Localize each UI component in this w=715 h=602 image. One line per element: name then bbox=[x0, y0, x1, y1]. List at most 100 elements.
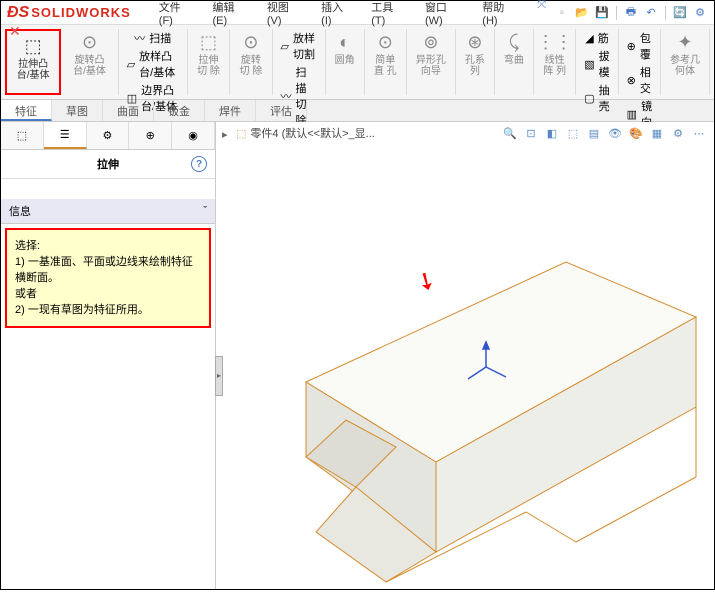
wrap-icon: ⊕ bbox=[627, 40, 636, 53]
extrude-label: 拉伸凸 台/基体 bbox=[13, 59, 53, 81]
intersect-icon: ⊗ bbox=[627, 74, 636, 87]
revolve-cut-button[interactable]: ⊙ 旋转切 除 bbox=[234, 29, 267, 79]
print-icon[interactable]: 🖶 bbox=[623, 5, 639, 21]
rebuild-icon[interactable]: 🔄 bbox=[672, 5, 688, 21]
menu-file[interactable]: 文件(F) bbox=[151, 0, 203, 29]
close-button[interactable]: ✕ bbox=[9, 23, 21, 40]
info-or: 或者 bbox=[15, 286, 201, 302]
logo-text: SOLIDWORKS bbox=[31, 5, 131, 20]
extrude-cut-button[interactable]: ⬚ 拉伸切 除 bbox=[192, 29, 225, 79]
panel-header: 拉伸 ? bbox=[1, 150, 215, 179]
display-style-icon[interactable]: ▤ bbox=[585, 124, 603, 142]
info-section-header[interactable]: 信息 ˇ bbox=[1, 199, 215, 224]
info-line-1: 1) 一基准面、平面或边线来绘制特征横断面。 bbox=[15, 254, 201, 286]
revolve-cut-icon: ⊙ bbox=[240, 31, 262, 53]
shell-icon: ▢ bbox=[584, 92, 594, 105]
wrap-button[interactable]: ⊕包覆 bbox=[623, 29, 656, 63]
help-icon[interactable]: ? bbox=[191, 156, 207, 172]
linear-pattern-button[interactable]: ⋮⋮ 线性阵 列 bbox=[538, 29, 571, 79]
graphics-viewport[interactable]: ▸ ▸ ⬚ 零件4 (默认<<默认>_显... 🔍 ⊡ ◧ ⬚ ▤ 👁 🎨 ▦ … bbox=[216, 122, 714, 589]
sweep-icon: 〰 bbox=[134, 30, 145, 46]
intersect-button[interactable]: ⊗相交 bbox=[623, 63, 656, 97]
select-label: 选择: bbox=[15, 238, 201, 254]
simple-hole-icon: ⊙ bbox=[374, 31, 396, 53]
extrude-icon: ⬚ bbox=[22, 35, 44, 57]
hole-series-icon: ⊛ bbox=[464, 31, 486, 53]
loft-cut-icon: ▱ bbox=[281, 40, 289, 53]
info-box: 选择: 1) 一基准面、平面或边线来绘制特征横断面。 或者 2) 一现有草图为特… bbox=[5, 228, 211, 328]
zoom-icon[interactable]: 🔍 bbox=[501, 124, 519, 142]
tab-evaluate[interactable]: 评估 bbox=[256, 100, 307, 121]
linear-pattern-icon: ⋮⋮ bbox=[544, 31, 566, 53]
sidebar-tab-dimxpert[interactable]: ⊕ bbox=[129, 122, 172, 149]
hide-show-icon[interactable]: 👁 bbox=[606, 124, 624, 142]
dimxpert-icon: ⊕ bbox=[146, 129, 155, 142]
sidebar-tab-property[interactable]: ☰ bbox=[44, 122, 87, 149]
display-icon: ◉ bbox=[188, 129, 198, 142]
fillet-button[interactable]: ◐ 圆角 bbox=[330, 29, 360, 68]
shell-button[interactable]: ▢抽壳 bbox=[580, 81, 613, 115]
property-icon: ☰ bbox=[60, 128, 70, 141]
bend-icon: ⤹ bbox=[503, 31, 525, 53]
loft-cut-button[interactable]: ▱放样切割 bbox=[277, 29, 321, 63]
sidebar-tab-config[interactable]: ⚙ bbox=[87, 122, 130, 149]
ref-geom-button[interactable]: ✦ 参考几 何体 bbox=[665, 29, 705, 79]
options-icon[interactable]: ⚙ bbox=[692, 5, 708, 21]
chevron-up-icon: ˇ bbox=[203, 205, 207, 217]
section-icon[interactable]: ◧ bbox=[543, 124, 561, 142]
loft-icon: ▱ bbox=[127, 58, 135, 71]
draft-icon: ▧ bbox=[584, 58, 594, 71]
fillet-icon: ◐ bbox=[334, 31, 356, 53]
tab-sketch[interactable]: 草图 bbox=[52, 100, 103, 121]
new-icon[interactable]: ▫️ bbox=[554, 5, 570, 21]
ref-geom-icon: ✦ bbox=[674, 31, 696, 53]
quick-access-toolbar: ▫️ 📂 💾 🖶 ↶ 🔄 ⚙ bbox=[554, 5, 708, 21]
revolve-boss-button[interactable]: ⊙ 旋转凸 台/基体 bbox=[65, 29, 113, 79]
breadcrumb-arrow-icon[interactable]: ▸ bbox=[222, 128, 232, 138]
menu-insert[interactable]: 插入(I) bbox=[313, 0, 361, 29]
tab-weldments[interactable]: 焊件 bbox=[205, 100, 256, 121]
revolve-icon: ⊙ bbox=[79, 31, 101, 53]
model-3d bbox=[236, 182, 706, 602]
app-logo: ƉS SOLIDWORKS bbox=[7, 4, 131, 22]
hole-wizard-button[interactable]: ⊚ 异形孔 向导 bbox=[411, 29, 451, 79]
save-icon[interactable]: 💾 bbox=[594, 5, 610, 21]
tab-surfaces[interactable]: 曲面 bbox=[103, 100, 154, 121]
view-orient-icon[interactable]: ⬚ bbox=[564, 124, 582, 142]
more-icon[interactable]: ⋯ bbox=[690, 124, 708, 142]
viewport-toolbar: 🔍 ⊡ ◧ ⬚ ▤ 👁 🎨 ▦ ⚙ ⋯ bbox=[499, 122, 710, 144]
loft-button[interactable]: ▱放样凸台/基体 bbox=[123, 47, 183, 81]
part-icon: ⬚ bbox=[236, 127, 246, 140]
sidebar-tab-display[interactable]: ◉ bbox=[172, 122, 215, 149]
menu-edit[interactable]: 编辑(E) bbox=[205, 0, 257, 29]
undo-icon[interactable]: ↶ bbox=[643, 5, 659, 21]
feature-manager-panel: ⬚ ☰ ⚙ ⊕ ◉ 拉伸 ? ✕ 信息 ˇ 选择: 1) 一基准面、平面或边线来… bbox=[1, 122, 216, 589]
hole-series-button[interactable]: ⊛ 孔系列 bbox=[460, 29, 490, 79]
logo-icon: ƉS bbox=[7, 4, 29, 22]
config-icon: ⚙ bbox=[103, 129, 113, 142]
panel-title: 拉伸 bbox=[97, 159, 119, 171]
sidebar-tab-feature[interactable]: ⬚ bbox=[1, 122, 44, 149]
menu-help[interactable]: 帮助(H) bbox=[474, 0, 527, 29]
draft-button[interactable]: ▧拔模 bbox=[580, 47, 613, 81]
menu-window[interactable]: 窗口(W) bbox=[417, 0, 472, 29]
edit-appearance-icon[interactable]: 🎨 bbox=[627, 124, 645, 142]
menu-view[interactable]: 视图(V) bbox=[259, 0, 311, 29]
menu-tools[interactable]: 工具(T) bbox=[363, 0, 415, 29]
breadcrumb-part[interactable]: 零件4 (默认<<默认>_显... bbox=[250, 125, 374, 141]
collapse-handle[interactable]: ▸ bbox=[215, 356, 223, 396]
extrude-boss-button[interactable]: ⬚ 拉伸凸 台/基体 bbox=[9, 33, 57, 83]
sweep-button[interactable]: 〰扫描 bbox=[130, 29, 175, 47]
menu-search-icon[interactable]: ⤧ bbox=[529, 0, 554, 29]
tab-features[interactable]: 特征 bbox=[1, 100, 52, 121]
rib-button[interactable]: ◢筋 bbox=[581, 29, 612, 47]
ribbon-toolbar: ⬚ 拉伸凸 台/基体 ⊙ 旋转凸 台/基体 〰扫描 ▱放样凸台/基体 ◫边界凸台… bbox=[1, 25, 714, 100]
scene-icon[interactable]: ▦ bbox=[648, 124, 666, 142]
main-menu: 文件(F) 编辑(E) 视图(V) 插入(I) 工具(T) 窗口(W) 帮助(H… bbox=[151, 0, 554, 29]
tab-sheet-metal[interactable]: 钣金 bbox=[154, 100, 205, 121]
bend-button[interactable]: ⤹ 弯曲 bbox=[499, 29, 529, 68]
open-icon[interactable]: 📂 bbox=[574, 5, 590, 21]
zoom-fit-icon[interactable]: ⊡ bbox=[522, 124, 540, 142]
view-settings-icon[interactable]: ⚙ bbox=[669, 124, 687, 142]
simple-hole-button[interactable]: ⊙ 简单直 孔 bbox=[369, 29, 402, 79]
